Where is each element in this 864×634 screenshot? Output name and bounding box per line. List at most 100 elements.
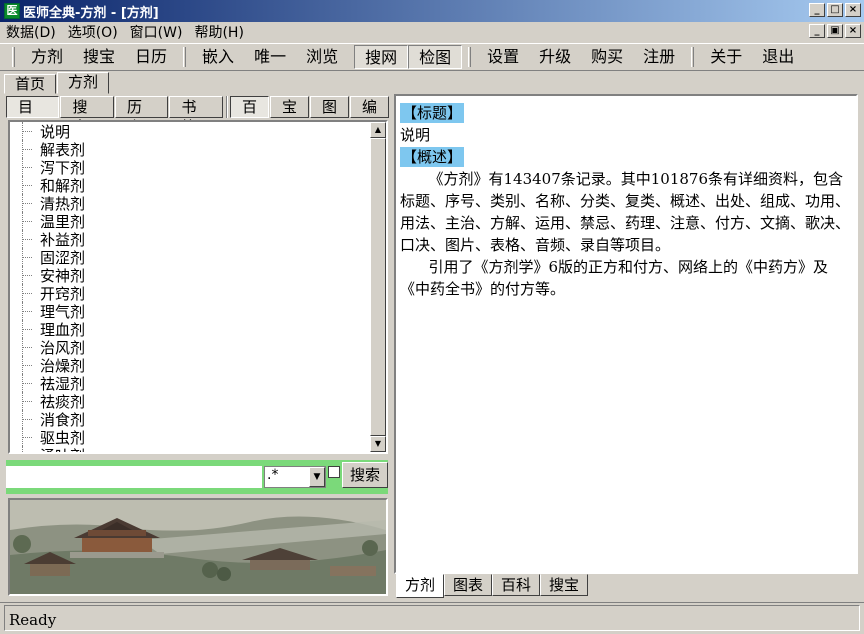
tree-item[interactable]: 补益剂 <box>14 230 370 249</box>
tree-item[interactable]: 解表剂 <box>14 140 370 159</box>
tree-item[interactable]: 清热剂 <box>14 194 370 213</box>
browse-button[interactable]: 浏览 <box>296 45 348 69</box>
tree-scrollbar[interactable]: ▲ ▼ <box>370 122 386 452</box>
tab-bottom-baike[interactable]: 百科 <box>492 574 541 596</box>
search-bar: .* ▼ 搜索 <box>6 460 388 494</box>
painting-image <box>10 500 386 594</box>
tree-item[interactable]: 说明 <box>14 122 370 141</box>
buy-button[interactable]: 购买 <box>581 45 633 69</box>
mdi-minimize-button[interactable]: _ <box>809 24 825 38</box>
scroll-thumb[interactable] <box>370 138 386 436</box>
scroll-down-icon[interactable]: ▼ <box>370 436 386 452</box>
tree-item[interactable]: 固涩剂 <box>14 248 370 267</box>
tree-item[interactable]: 安神剂 <box>14 266 370 285</box>
tree-connector <box>14 158 40 176</box>
heading-overview: 【概述】 <box>400 147 465 167</box>
tree-item[interactable]: 理气剂 <box>14 302 370 321</box>
tree-connector <box>14 140 40 158</box>
tree-connector <box>14 320 40 338</box>
fangji-button[interactable]: 方剂 <box>21 45 73 69</box>
tab-fangji[interactable]: 方剂 <box>57 72 110 94</box>
tab-bookmarks[interactable]: 书签 <box>169 96 223 136</box>
toolbar-grip[interactable] <box>691 47 695 67</box>
tree-connector <box>14 284 40 302</box>
tree-item[interactable]: 泻下剂 <box>14 158 370 177</box>
search-button[interactable]: 搜索 <box>342 462 388 488</box>
mdi-restore-button[interactable]: ▣ <box>827 24 843 38</box>
regex-value: .* <box>267 467 279 483</box>
tree-connector <box>14 446 40 452</box>
reference-paragraph: 引用了《方剂学》6版的正方和付方、网络上的《中药方》及《中药全书》的付方等。 <box>400 258 829 298</box>
bottom-tabs: 方剂 图表 百科 搜宝 <box>396 574 589 598</box>
tree-connector <box>14 374 40 392</box>
status-bar: Ready <box>0 602 864 634</box>
tab-separator <box>225 96 228 118</box>
tree-item-label: 涌吐剂 <box>40 445 85 453</box>
tree-item[interactable]: 治燥剂 <box>14 356 370 375</box>
tree-item[interactable]: 治风剂 <box>14 338 370 357</box>
overview-paragraph: 《方剂》有143407条记录。其中101876条有详细资料，包含标题、序号、类别… <box>400 170 851 254</box>
about-button[interactable]: 关于 <box>700 45 752 69</box>
tree-item[interactable]: 涌吐剂 <box>14 445 370 453</box>
tab-history[interactable]: 历史 <box>114 96 169 136</box>
embed-button[interactable]: 嵌入 <box>192 45 244 69</box>
toolbar-grip[interactable] <box>468 47 472 67</box>
regex-checkbox[interactable] <box>328 466 340 478</box>
regex-combo[interactable]: .* ▼ <box>264 466 326 488</box>
tree-item[interactable]: 理血剂 <box>14 320 370 339</box>
search-image-button[interactable]: 检图 <box>408 45 463 69</box>
tab-bian[interactable]: 编 <box>349 96 389 118</box>
menu-data[interactable]: 数据(D) <box>0 22 62 42</box>
tree-item[interactable]: 消食剂 <box>14 410 370 429</box>
unique-button[interactable]: 唯一 <box>244 45 296 69</box>
menu-window[interactable]: 窗口(W) <box>124 22 189 42</box>
title-text: 说明 <box>400 126 431 144</box>
tree-item[interactable]: 和解剂 <box>14 176 370 195</box>
menu-options[interactable]: 选项(O) <box>62 22 124 42</box>
tab-bottom-fangji[interactable]: 方剂 <box>396 574 445 598</box>
mdi-controls: _ ▣ × <box>809 24 861 38</box>
settings-button[interactable]: 设置 <box>477 45 529 69</box>
tab-catalog[interactable]: 目录 <box>6 96 60 136</box>
tree-item[interactable]: 温里剂 <box>14 212 370 231</box>
content-view[interactable]: 【标题】 说明 【概述】 《方剂》有143407条记录。其中101876条有详细… <box>394 94 858 574</box>
soubao-button[interactable]: 搜宝 <box>73 45 125 69</box>
toolbar: 方剂 搜宝 日历 嵌入 唯一 浏览 搜网 检图 设置 升级 购买 注册 关于 退… <box>0 43 864 71</box>
menu-help[interactable]: 帮助(H) <box>188 22 249 42</box>
exit-button[interactable]: 退出 <box>752 45 804 69</box>
tree-connector <box>14 410 40 428</box>
minimize-button[interactable]: _ <box>809 3 825 17</box>
tree-item[interactable]: 驱虫剂 <box>14 428 370 447</box>
tab-bottom-chart[interactable]: 图表 <box>444 574 493 596</box>
upgrade-button[interactable]: 升级 <box>529 45 581 69</box>
toolbar-grip[interactable] <box>183 47 187 67</box>
app-icon: 医 <box>4 3 20 19</box>
tab-bao[interactable]: 宝 <box>269 96 309 118</box>
mdi-close-button[interactable]: × <box>845 24 861 38</box>
tree-connector <box>14 230 40 248</box>
scroll-up-icon[interactable]: ▲ <box>370 122 386 138</box>
status-text: Ready <box>9 611 57 629</box>
tab-bottom-soubao[interactable]: 搜宝 <box>540 574 589 596</box>
register-button[interactable]: 注册 <box>633 45 685 69</box>
calendar-button[interactable]: 日历 <box>125 45 177 69</box>
toolbar-grip[interactable] <box>12 47 15 67</box>
tree-connector <box>14 248 40 266</box>
tree-connector <box>14 212 40 230</box>
search-web-button[interactable]: 搜网 <box>354 45 409 69</box>
tab-home[interactable]: 首页 <box>4 74 57 94</box>
chevron-down-icon[interactable]: ▼ <box>309 467 325 487</box>
tab-tu[interactable]: 图 <box>309 96 349 118</box>
maximize-button[interactable]: □ <box>827 3 843 17</box>
tree-connector <box>14 356 40 374</box>
tab-baike[interactable]: 百 <box>229 96 269 118</box>
tree-item[interactable]: 祛痰剂 <box>14 392 370 411</box>
close-button[interactable]: × <box>845 3 861 17</box>
tree-item[interactable]: 祛湿剂 <box>14 374 370 393</box>
category-tree[interactable]: 说明 解表剂 泻下剂 和解剂 清热剂 温里剂 补益剂 固涩剂 安神剂 开窍剂 理… <box>8 120 388 454</box>
main-tabs: 首页 方剂 <box>4 72 110 94</box>
search-input[interactable] <box>6 466 262 488</box>
tree-item[interactable]: 开窍剂 <box>14 284 370 303</box>
left-tabs: 目录 搜索 历史 书签 百 宝 图 编 <box>6 96 390 136</box>
tab-search[interactable]: 搜索 <box>60 96 114 136</box>
